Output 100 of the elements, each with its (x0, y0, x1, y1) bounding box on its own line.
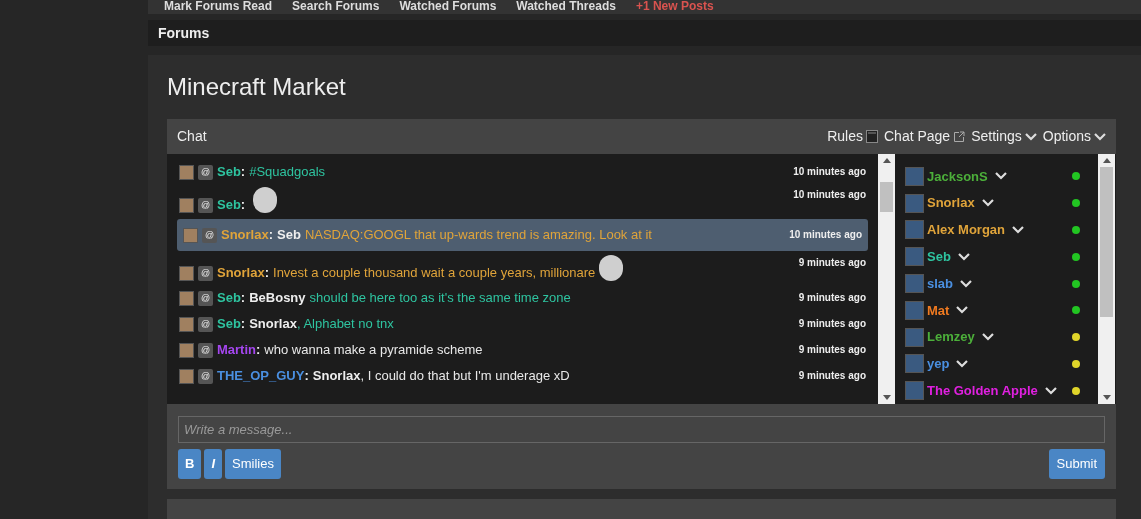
message-author[interactable]: THE_OP_GUY (217, 368, 305, 384)
format-button[interactable]: Smilies (225, 449, 281, 479)
chevron-down-icon[interactable] (956, 359, 969, 368)
message-author[interactable]: Seb (217, 164, 241, 180)
user-name[interactable]: Mat (927, 300, 950, 321)
message-time: 9 minutes ago (798, 256, 866, 270)
scroll-up-icon[interactable] (882, 158, 891, 163)
chevron-down-icon[interactable] (1044, 386, 1057, 395)
scroll-up-icon[interactable] (1102, 158, 1111, 163)
mention-button[interactable]: @ (198, 266, 213, 281)
user-name[interactable]: JacksonS (927, 166, 988, 187)
avatar-placeholder (179, 369, 194, 384)
colon-separator: : (240, 316, 246, 332)
message-text: should be here too as it's the same time zone (309, 290, 571, 306)
scroll-thumb[interactable] (880, 182, 893, 212)
nav-link[interactable]: Watched Threads (516, 0, 616, 13)
mentioned-user[interactable]: BeBosny (249, 290, 306, 306)
message-input[interactable]: Write a message... (178, 416, 1105, 443)
avatar-placeholder (179, 291, 194, 306)
scroll-down-icon[interactable] (882, 395, 891, 400)
user-name[interactable]: Lemzey (927, 327, 975, 347)
mentioned-user[interactable]: Snorlax (249, 316, 297, 332)
user-name[interactable]: Alex Morgan (927, 220, 1005, 240)
chevron-down-icon[interactable] (957, 252, 970, 261)
header-link[interactable]: Settings (971, 126, 1037, 147)
mention-button[interactable]: @ (202, 228, 217, 243)
avatar-placeholder (905, 381, 924, 401)
message-author[interactable]: Seb (217, 290, 241, 306)
avatar-placeholder (905, 300, 924, 320)
user-name[interactable]: yep (927, 354, 950, 374)
format-button[interactable]: I (204, 449, 222, 479)
avatar-placeholder (179, 266, 194, 281)
message-author[interactable]: Martin (217, 342, 256, 358)
avatar-placeholder (905, 166, 924, 186)
nav-link[interactable]: Mark Forums Read (164, 0, 273, 13)
avatar-placeholder (905, 247, 924, 267)
chevron-down-icon[interactable] (994, 172, 1007, 181)
user-name[interactable]: Seb (927, 247, 951, 267)
mention-button[interactable]: @ (198, 165, 213, 180)
chevron-down-icon (1024, 132, 1037, 141)
header-link[interactable]: Chat Page (884, 126, 966, 147)
message-author[interactable]: Seb (217, 197, 241, 213)
message-author[interactable]: Seb (217, 316, 241, 332)
smiley-image-placeholder (253, 187, 278, 213)
mention-button[interactable]: @ (198, 291, 213, 306)
nav-link[interactable]: Watched Forums (399, 0, 497, 13)
format-button[interactable]: B (178, 449, 202, 479)
chevron-down-icon[interactable] (981, 199, 994, 208)
scroll-down-icon[interactable] (1102, 395, 1111, 400)
external-link-icon (953, 130, 966, 143)
message-text: NASDAQ:GOOGL that up-wards trend is amazing. Look at it (304, 227, 652, 243)
mention-button[interactable]: @ (198, 369, 213, 384)
scroll-thumb[interactable] (1100, 167, 1113, 317)
colon-separator: : (240, 290, 246, 306)
mentioned-user[interactable]: Seb (277, 227, 301, 243)
mention-button[interactable]: @ (198, 198, 213, 213)
colon-separator: : (304, 368, 309, 384)
colon-separator: : (264, 265, 270, 281)
mention-button[interactable]: @ (198, 317, 213, 332)
message-text: #Squadgoals (249, 164, 326, 180)
avatar-placeholder (179, 343, 194, 358)
message-text: , I could do that but I'm underage xD (360, 368, 570, 384)
colon-separator: : (240, 197, 246, 213)
message-text: who wanna make a pyramide scheme (264, 342, 483, 358)
submit-button[interactable]: Submit (1048, 449, 1105, 479)
header-link[interactable]: Options (1042, 126, 1106, 147)
nav-link[interactable]: Search Forums (292, 0, 380, 13)
user-name[interactable]: The Golden Apple (927, 380, 1038, 401)
breadcrumb-link[interactable]: Forums (158, 22, 210, 44)
document-icon (866, 130, 878, 143)
mention-button[interactable]: @ (198, 343, 213, 358)
avatar-placeholder (179, 198, 194, 213)
header-link[interactable]: Rules (827, 126, 878, 147)
chevron-down-icon[interactable] (960, 279, 972, 288)
message-time: 10 minutes ago (793, 188, 866, 202)
avatar-placeholder (905, 274, 924, 293)
chevron-down-icon[interactable] (981, 333, 994, 342)
smiley-image-placeholder (599, 255, 624, 281)
chat-title: Chat (177, 127, 207, 146)
chevron-down-icon[interactable] (956, 306, 969, 315)
message-text: , Alphabet no tnx (296, 316, 394, 332)
message-text: Invest a couple thousand wait a couple years, millionare (273, 265, 596, 281)
avatar-placeholder (905, 220, 924, 240)
avatar-placeholder (179, 165, 194, 180)
user-name[interactable]: Snorlax (927, 193, 975, 213)
avatar-placeholder (905, 327, 924, 347)
chevron-down-icon (1094, 132, 1106, 141)
scrollbar[interactable] (878, 154, 895, 404)
message-time: 9 minutes ago (798, 291, 866, 305)
colon-separator: : (240, 164, 246, 180)
avatar-placeholder (905, 193, 924, 213)
avatar-placeholder (905, 354, 924, 374)
message-author[interactable]: Snorlax (217, 265, 265, 281)
scrollbar[interactable] (1098, 154, 1115, 404)
colon-separator: : (256, 342, 261, 358)
user-name[interactable]: slab (927, 273, 953, 294)
message-time: 9 minutes ago (798, 343, 866, 357)
avatar-placeholder (179, 317, 194, 332)
chevron-down-icon[interactable] (1012, 225, 1024, 234)
message-time: 10 minutes ago (789, 228, 862, 242)
